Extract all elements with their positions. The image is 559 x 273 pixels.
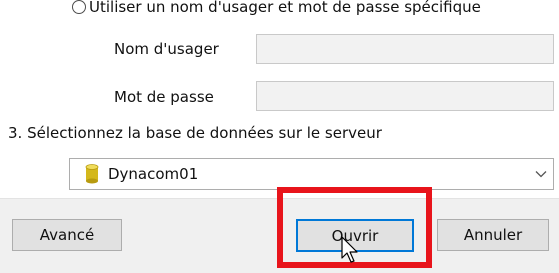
database-select[interactable]: Dynacom01 <box>69 158 554 190</box>
specific-credentials-radio[interactable] <box>72 0 86 14</box>
chevron-down-icon[interactable] <box>529 159 553 189</box>
username-label: Nom d'usager <box>114 40 219 58</box>
advanced-button[interactable]: Avancé <box>12 219 122 251</box>
specific-credentials-label: Utiliser un nom d'usager et mot de passe… <box>89 0 481 16</box>
username-field[interactable] <box>256 34 554 64</box>
cancel-button[interactable]: Annuler <box>437 219 549 251</box>
open-button[interactable]: Ouvrir <box>296 219 414 252</box>
database-select-value: Dynacom01 <box>108 165 199 183</box>
specific-credentials-option[interactable]: Utiliser un nom d'usager et mot de passe… <box>72 0 481 20</box>
database-section-label: 3. Sélectionnez la base de données sur l… <box>8 124 382 142</box>
password-field[interactable] <box>256 81 554 111</box>
connection-dialog: Utiliser un nom d'usager et mot de passe… <box>0 0 559 273</box>
password-label: Mot de passe <box>114 88 214 106</box>
database-icon <box>82 163 102 185</box>
